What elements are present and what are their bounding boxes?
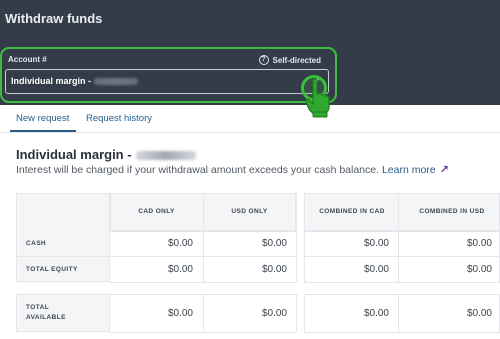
cash-usd-only-value: $0.00 (261, 238, 287, 249)
cash-combined-cad-value: $0.00 (363, 238, 389, 249)
column-header-combined-usd: COMBINED IN USD (419, 208, 485, 215)
available-usd-only-value: $0.00 (261, 307, 287, 319)
cash-combined-usd-value: $0.00 (466, 238, 492, 249)
available-combined-usd-value: $0.00 (466, 307, 492, 319)
account-heading: Individual margin - (16, 147, 196, 162)
equity-combined-usd-value: $0.00 (466, 263, 492, 275)
row-label-total-available: TOTAL AVAILABLE (26, 304, 66, 321)
interest-notice: Interest will be charged if your withdra… (16, 163, 449, 176)
equity-cad-only-value: $0.00 (167, 263, 193, 275)
tab-new-request[interactable]: New request (16, 113, 69, 124)
tab-request-history[interactable]: Request history (86, 113, 152, 124)
selected-account-name: Individual margin - (11, 76, 92, 86)
account-select[interactable]: Individual margin - (5, 69, 329, 94)
available-cad-only-value: $0.00 (167, 307, 193, 319)
account-heading-text: Individual margin - (16, 147, 132, 162)
equity-usd-only-value: $0.00 (261, 263, 287, 275)
page-header: Withdraw funds Account # ? Self-directed… (0, 0, 500, 105)
cash-cad-only-value: $0.00 (167, 238, 193, 249)
available-combined-cad-value: $0.00 (363, 307, 389, 319)
redacted-account-number (94, 78, 139, 85)
self-directed-badge[interactable]: ? Self-directed (258, 55, 321, 65)
row-label-total-equity: TOTAL EQUITY (26, 265, 78, 273)
selected-account-value: Individual margin - (11, 76, 139, 86)
arrow-up-right-icon[interactable]: ↗ (440, 163, 449, 176)
column-header-cad-only: CAD ONLY (138, 208, 175, 215)
page-title: Withdraw funds (5, 11, 103, 26)
equity-combined-cad-value: $0.00 (363, 263, 389, 275)
column-header-combined-cad: COMBINED IN CAD (319, 208, 385, 215)
self-directed-label: Self-directed (272, 55, 321, 65)
account-label: Account # (8, 55, 47, 64)
active-tab-indicator (10, 130, 76, 132)
question-circle-icon[interactable]: ? (258, 55, 269, 65)
column-header-usd-only: USD ONLY (231, 208, 268, 215)
redacted-account-number (135, 151, 196, 160)
tab-bar: New request Request history (0, 105, 500, 133)
learn-more-link[interactable]: Learn more (382, 164, 436, 176)
interest-notice-text: Interest will be charged if your withdra… (16, 164, 380, 176)
row-label-cash: CASH (26, 240, 47, 247)
account-selector-group: Account # ? Self-directed Individual mar… (0, 47, 337, 103)
